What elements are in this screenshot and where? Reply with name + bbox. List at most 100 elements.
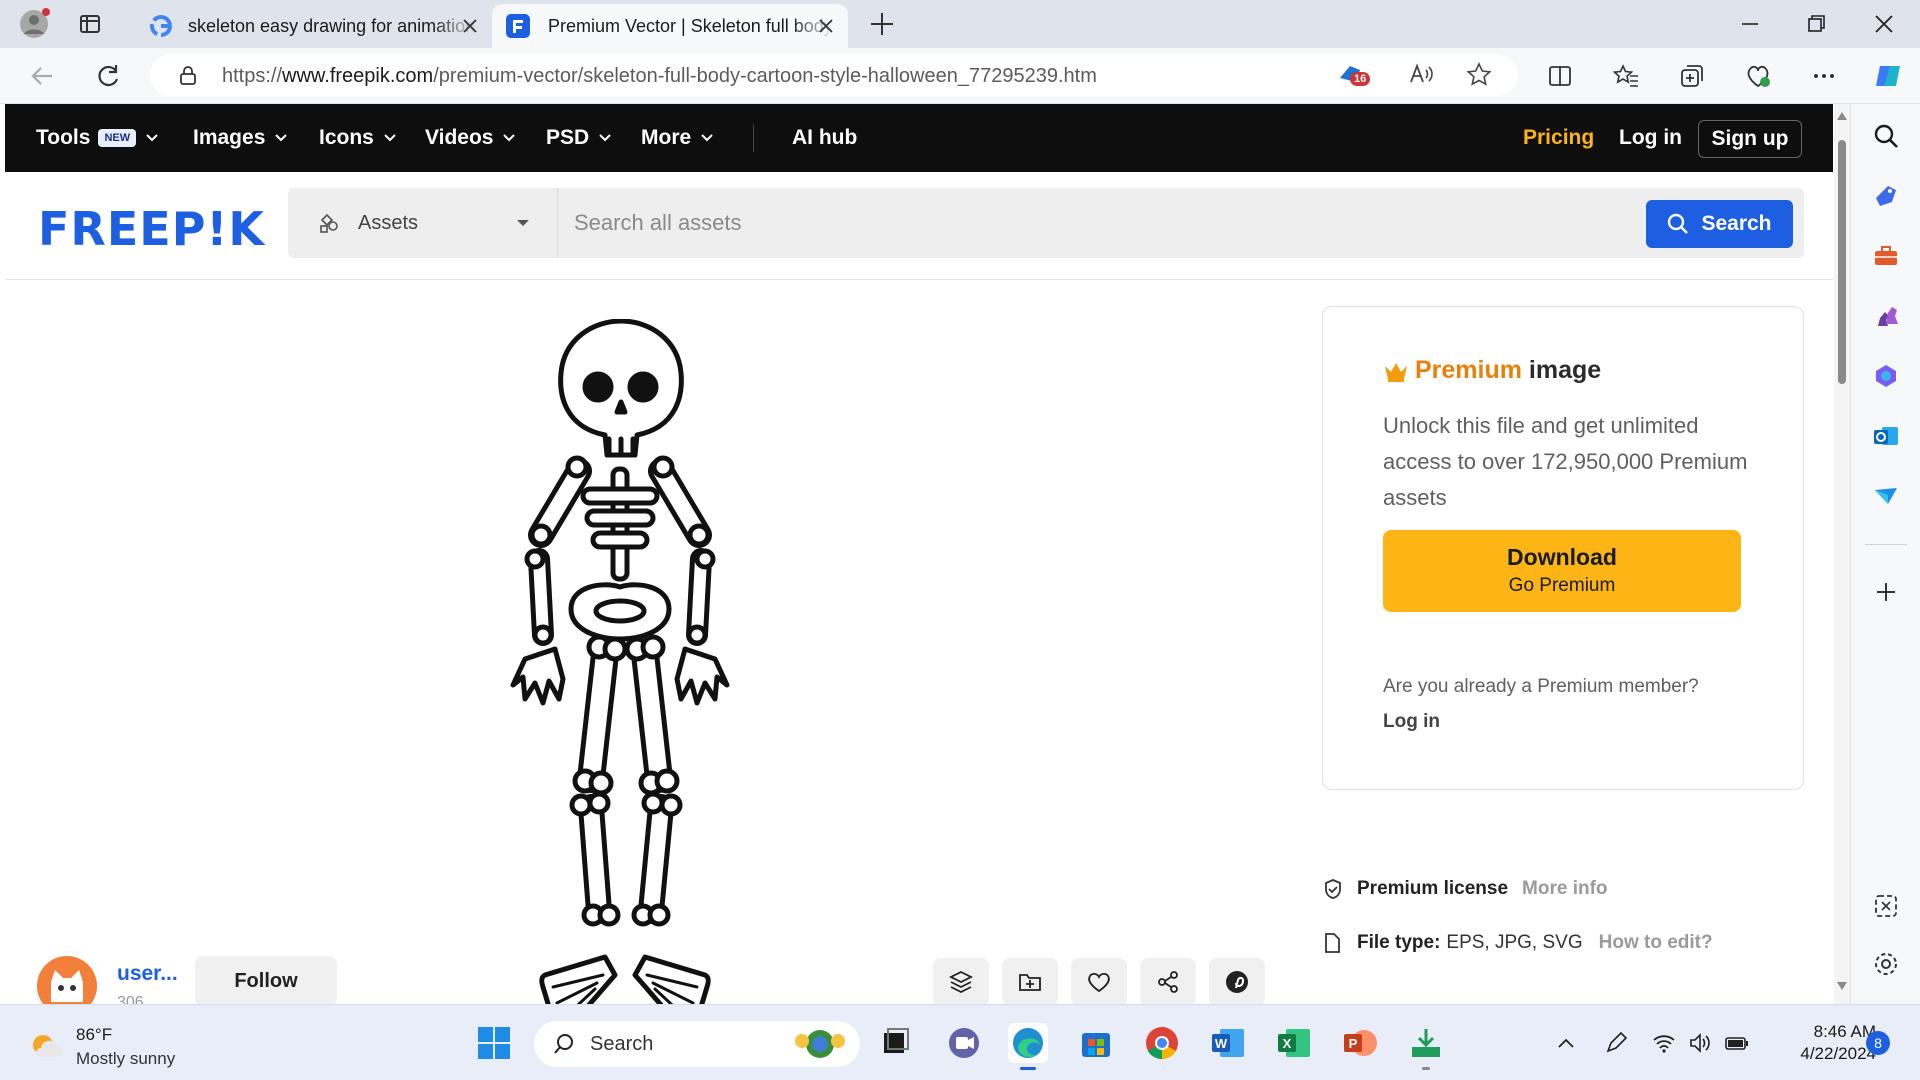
volume-icon[interactable] [1688, 1031, 1712, 1055]
split-screen-icon[interactable] [1546, 62, 1574, 90]
favorites-icon[interactable] [1612, 62, 1640, 90]
share-icon [1158, 971, 1178, 993]
clock-time: 8:46 AM [1813, 1022, 1876, 1041]
clock[interactable]: 8:46 AM 4/22/2024 [1766, 1021, 1876, 1065]
asset-type-dropdown[interactable]: Assets [288, 188, 558, 258]
notification-badge[interactable]: 8 [1866, 1031, 1890, 1055]
layers-button[interactable] [933, 958, 989, 1004]
logo-text: FREEP!K [38, 202, 266, 256]
copilot-icon[interactable] [1872, 60, 1904, 92]
freepik-logo[interactable]: FREEP!K [38, 202, 265, 256]
back-icon[interactable] [28, 62, 56, 90]
nav-tools-label: Tools [36, 126, 91, 149]
word-icon[interactable]: W [1208, 1023, 1248, 1063]
author-avatar[interactable] [37, 956, 97, 1004]
new-tab-icon[interactable] [868, 10, 896, 38]
tab-actions-icon[interactable] [78, 12, 102, 36]
url-text[interactable]: https://www.freepik.com/premium-vector/s… [222, 65, 1097, 88]
nav-tools[interactable]: Tools NEW [36, 126, 158, 150]
battery-icon[interactable] [1724, 1031, 1750, 1055]
read-aloud-icon[interactable] [1408, 62, 1434, 88]
nav-pricing[interactable]: Pricing [1523, 126, 1594, 150]
profile-avatar-icon[interactable] [18, 8, 50, 40]
tab-google-search[interactable]: skeleton easy drawing for animation - Go… [136, 4, 492, 48]
refresh-icon[interactable] [94, 62, 122, 90]
nav-icons[interactable]: Icons [319, 126, 396, 150]
download-go-premium-button[interactable]: Download Go Premium [1383, 530, 1741, 612]
chevron-up-icon[interactable] [1556, 1033, 1576, 1053]
nav-videos[interactable]: Videos [425, 126, 516, 150]
wifi-icon[interactable] [1652, 1031, 1676, 1055]
sidebar-games-icon[interactable] [1872, 302, 1900, 330]
downloads-icon[interactable] [1406, 1023, 1446, 1070]
add-to-collection-button[interactable] [1002, 958, 1058, 1004]
browser-essentials-icon[interactable] [1744, 62, 1772, 90]
shapes-icon [320, 213, 338, 233]
nav-psd[interactable]: PSD [546, 126, 611, 150]
taskview-icon[interactable] [876, 1023, 916, 1063]
store-icon[interactable] [1076, 1023, 1116, 1063]
teams-icon[interactable] [944, 1023, 984, 1063]
collections-icon[interactable] [1678, 62, 1706, 90]
sidebar-outlook-icon[interactable] [1872, 422, 1900, 450]
sidebar-settings-icon[interactable] [1872, 950, 1900, 978]
download-title: Download [1507, 544, 1617, 570]
powerpoint-icon[interactable]: P [1340, 1023, 1380, 1063]
more-options-icon[interactable] [1810, 62, 1838, 90]
nav-ai-hub[interactable]: AI hub [792, 126, 857, 150]
taskbar-search[interactable]: Search [534, 1021, 860, 1067]
sidebar-add-icon[interactable] [1872, 578, 1900, 606]
close-tab-icon[interactable] [816, 16, 836, 36]
tab-freepik[interactable]: Premium Vector | Skeleton full body cart… [492, 4, 848, 48]
share-button[interactable] [1140, 958, 1196, 1004]
nav-psd-label: PSD [546, 126, 590, 149]
author-name[interactable]: user... [117, 962, 178, 986]
sidebar-screenshot-icon[interactable] [1872, 892, 1900, 920]
sidebar-drop-icon[interactable] [1872, 482, 1900, 510]
page-scrollbar[interactable] [1834, 104, 1850, 1004]
pen-icon[interactable] [1604, 1031, 1628, 1055]
extension-badge: 16 [1350, 72, 1371, 86]
search-button[interactable]: Search [1646, 200, 1793, 248]
search-highlight-icon [795, 1030, 845, 1058]
scrollbar-thumb[interactable] [1838, 140, 1846, 384]
lock-icon[interactable] [178, 65, 198, 85]
windows-taskbar: 86°F Mostly sunny Search W X P 8:46 AM 4… [0, 1004, 1920, 1080]
more-info-link[interactable]: More info [1522, 878, 1608, 900]
sidebar-tools-icon[interactable] [1872, 242, 1900, 270]
nav-more[interactable]: More [641, 126, 713, 150]
search-input[interactable]: Search all assets [560, 188, 1650, 258]
chrome-icon[interactable] [1142, 1023, 1182, 1063]
restore-icon[interactable] [1804, 12, 1828, 36]
member-login-link[interactable]: Log in [1383, 711, 1440, 733]
close-tab-icon[interactable] [460, 16, 480, 36]
author-count: 306 [117, 994, 144, 1004]
tab-title: Premium Vector | Skeleton full body cart… [548, 15, 834, 36]
chevron-down-icon [275, 134, 288, 142]
follow-button[interactable]: Follow [195, 956, 337, 1004]
edge-icon[interactable] [1008, 1023, 1048, 1070]
pinterest-button[interactable] [1209, 958, 1265, 1004]
google-icon [150, 15, 172, 37]
scroll-up-icon[interactable] [1837, 112, 1847, 120]
how-to-edit-link[interactable]: How to edit? [1599, 932, 1713, 954]
nav-images[interactable]: Images [193, 126, 288, 150]
signup-button[interactable]: Sign up [1698, 120, 1802, 158]
layers-icon [948, 970, 974, 994]
excel-icon[interactable]: X [1274, 1023, 1314, 1063]
like-button[interactable] [1071, 958, 1127, 1004]
close-window-icon[interactable] [1872, 12, 1896, 36]
running-indicator [1422, 1067, 1430, 1070]
sidebar-copilot-365-icon[interactable] [1872, 362, 1900, 390]
nav-login[interactable]: Log in [1619, 126, 1682, 150]
sidebar-search-icon[interactable] [1872, 122, 1900, 150]
minimize-icon[interactable] [1738, 12, 1762, 36]
weather-widget[interactable]: 86°F Mostly sunny [28, 1023, 175, 1071]
sidebar-shopping-icon[interactable] [1872, 182, 1900, 210]
address-bar[interactable]: https://www.freepik.com/premium-vector/s… [150, 54, 1518, 96]
start-button[interactable] [474, 1023, 514, 1063]
file-type-row: File type: EPS, JPG, SVG How to edit? [1323, 932, 1713, 954]
shopping-extension-icon[interactable]: 16 [1336, 60, 1371, 90]
scroll-down-icon[interactable] [1837, 982, 1847, 990]
favorite-star-icon[interactable] [1466, 62, 1492, 88]
